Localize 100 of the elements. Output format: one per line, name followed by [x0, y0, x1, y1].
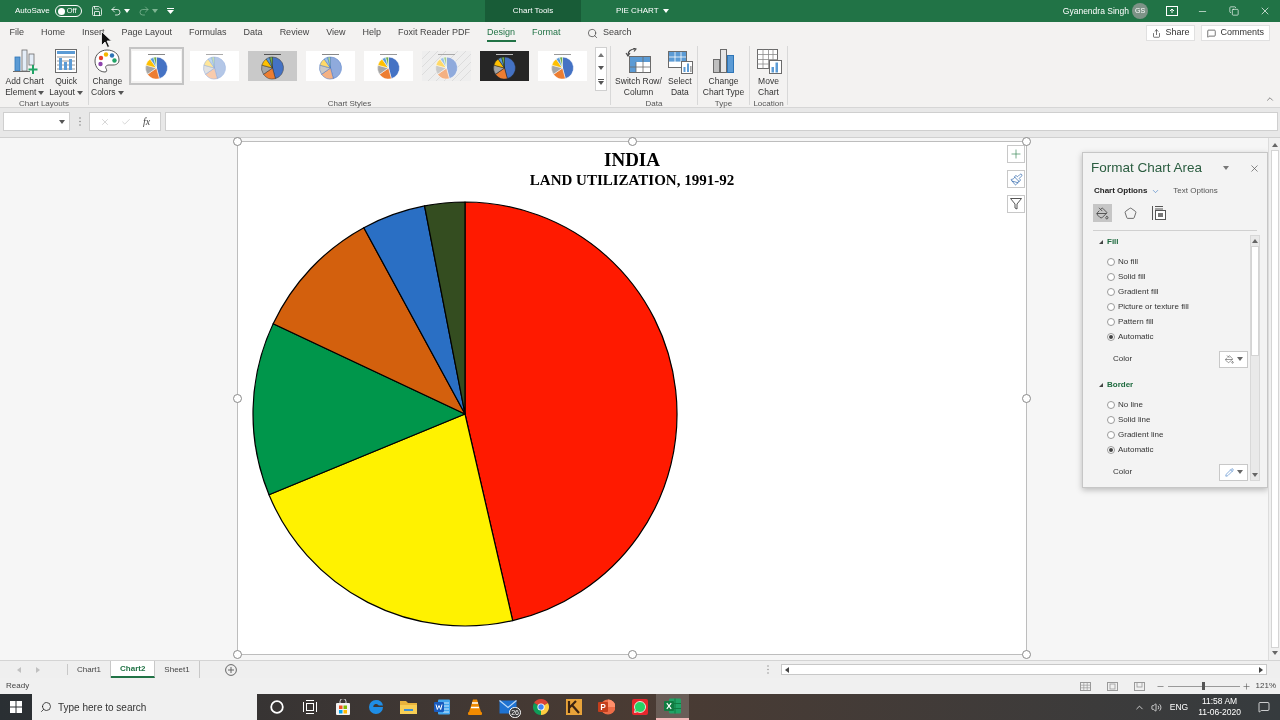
zoom-level[interactable]: 121%: [1255, 680, 1276, 692]
more-styles-icon[interactable]: [597, 79, 604, 86]
chart-filters-button[interactable]: [1007, 195, 1025, 213]
add-sheet-icon[interactable]: [224, 663, 237, 676]
scroll-left-icon[interactable]: [785, 666, 789, 673]
ribbon-tab[interactable]: Data: [235, 22, 272, 44]
zoom-slider-thumb[interactable]: [1202, 682, 1206, 690]
plus-icon: [1009, 147, 1023, 161]
zoom-in-icon[interactable]: [1241, 681, 1251, 691]
chart-styles-button[interactable]: [1007, 170, 1025, 188]
caret-icon[interactable]: [1223, 166, 1229, 170]
pie-chart[interactable]: [251, 200, 679, 628]
color-picker-button[interactable]: [1219, 350, 1248, 368]
chart-title[interactable]: INDIA: [604, 149, 660, 171]
radio-option[interactable]: Solid fill: [1097, 269, 1250, 284]
pane-option-tab[interactable]: Text Options: [1173, 185, 1218, 197]
radio-option[interactable]: Automatic: [1097, 329, 1250, 344]
resize-handle[interactable]: [233, 394, 242, 403]
change-chart-type-button[interactable]: Change Chart Type: [700, 46, 747, 98]
change-colors-button[interactable]: Change Colors: [89, 46, 126, 98]
ring-icon: [269, 700, 284, 714]
search-field[interactable]: Search: [603, 26, 654, 40]
share-button[interactable]: Share: [1146, 25, 1196, 41]
ribbon-tab[interactable]: Formulas: [180, 22, 236, 44]
horizontal-scrollbar[interactable]: [781, 664, 1267, 675]
resize-handle[interactable]: [1022, 394, 1031, 403]
vertical-scrollbar[interactable]: [1268, 138, 1280, 660]
sheet-tab[interactable]: Chart2: [111, 661, 156, 678]
section-header[interactable]: Fill: [1097, 235, 1250, 249]
scroll-up-icon[interactable]: [1252, 239, 1258, 243]
ribbon-tab[interactable]: Design: [478, 22, 524, 44]
scroll-thumb[interactable]: [1251, 246, 1259, 356]
restore-icon[interactable]: [1228, 6, 1239, 16]
formula-input[interactable]: [165, 112, 1278, 131]
ribbon-tab[interactable]: Insert: [73, 22, 114, 44]
size-properties-tab[interactable]: [1149, 204, 1168, 222]
resize-handle[interactable]: [628, 650, 637, 659]
ribbon-tab[interactable]: Help: [354, 22, 390, 44]
fill-line-tab[interactable]: [1093, 204, 1112, 222]
save-icon[interactable]: [90, 5, 103, 17]
color-picker-button[interactable]: [1219, 463, 1248, 481]
scroll-up-icon[interactable]: [1271, 143, 1278, 147]
check-icon[interactable]: [121, 116, 132, 127]
ribbon-tab[interactable]: Page Layout: [113, 22, 181, 44]
clock-date[interactable]: 11-06-2020: [1198, 707, 1241, 718]
redo-icon[interactable]: [137, 5, 150, 17]
resize-handle[interactable]: [628, 137, 637, 146]
pane-option-tab[interactable]: Chart Options: [1094, 185, 1161, 197]
ribbon-tab[interactable]: Review: [271, 22, 318, 44]
ribbon-tab[interactable]: Home: [32, 22, 74, 44]
radio-option[interactable]: Gradient fill: [1097, 284, 1250, 299]
radio-option[interactable]: No fill: [1097, 254, 1250, 269]
scroll-down-icon[interactable]: [1252, 473, 1258, 477]
radio-option[interactable]: Gradient line: [1097, 427, 1250, 442]
radio-option[interactable]: Pattern fill: [1097, 314, 1250, 329]
ribbon-display-icon[interactable]: [1165, 6, 1178, 16]
chat-bubble-icon: [631, 699, 648, 715]
resize-handle[interactable]: [1022, 137, 1031, 146]
collapse-ribbon-icon[interactable]: [1265, 94, 1275, 104]
comments-button[interactable]: Comments: [1201, 25, 1270, 41]
page-break-icon[interactable]: [1133, 681, 1145, 691]
ribbon-tab[interactable]: File: [1, 22, 33, 44]
zoom-slider[interactable]: [1167, 681, 1240, 691]
resize-handle[interactable]: [233, 650, 242, 659]
document-title[interactable]: PIE CHART: [616, 5, 669, 17]
section-header[interactable]: Border: [1097, 378, 1250, 392]
resize-handle[interactable]: [1022, 650, 1031, 659]
radio-option[interactable]: Solid line: [1097, 412, 1250, 427]
quick-layout-button[interactable]: Quick Layout: [47, 46, 85, 98]
customize-menu-icon[interactable]: [166, 8, 174, 14]
scroll-right-icon[interactable]: [1259, 666, 1263, 673]
radio-option[interactable]: Picture or texture fill: [1097, 299, 1250, 314]
move-chart-button[interactable]: Move Chart: [753, 46, 784, 98]
scroll-thumb[interactable]: [1270, 150, 1279, 648]
normal-view-icon[interactable]: [1079, 681, 1091, 691]
ribbon-tab[interactable]: View: [317, 22, 354, 44]
pane-scrollbar[interactable]: [1250, 235, 1260, 481]
undo-icon[interactable]: [109, 5, 122, 17]
page-layout-icon[interactable]: [1106, 681, 1118, 691]
close-icon[interactable]: [1249, 162, 1260, 174]
insert-function-button[interactable]: fx: [143, 114, 151, 129]
notifications-icon[interactable]: [1258, 701, 1270, 713]
resize-handle[interactable]: [233, 137, 242, 146]
chart-subtitle[interactable]: LAND UTILIZATION, 1991-92: [529, 171, 735, 189]
language-indicator[interactable]: ENG: [1169, 700, 1189, 714]
switch-row-column-button[interactable]: Switch Row/ Column: [613, 46, 664, 98]
add-chart-element-button[interactable]: Add Chart Element: [3, 46, 47, 98]
ribbon-tab[interactable]: Foxit Reader PDF: [389, 22, 479, 44]
radio-option[interactable]: No line: [1097, 397, 1250, 412]
scroll-down-icon[interactable]: [597, 66, 604, 70]
speaker-icon[interactable]: [1150, 701, 1162, 713]
taskbar-search-field[interactable]: Type here to search: [32, 694, 257, 720]
caret-icon[interactable]: [151, 9, 158, 13]
ribbon-tab[interactable]: Format: [523, 22, 570, 44]
select-data-button[interactable]: Select Data: [664, 46, 695, 98]
caret-icon[interactable]: [123, 9, 130, 13]
radio-option[interactable]: Automatic: [1097, 442, 1250, 457]
scroll-up-icon[interactable]: [597, 52, 604, 57]
scroll-down-icon[interactable]: [1271, 651, 1278, 655]
clock-time[interactable]: 11:58 AM: [1201, 696, 1238, 707]
